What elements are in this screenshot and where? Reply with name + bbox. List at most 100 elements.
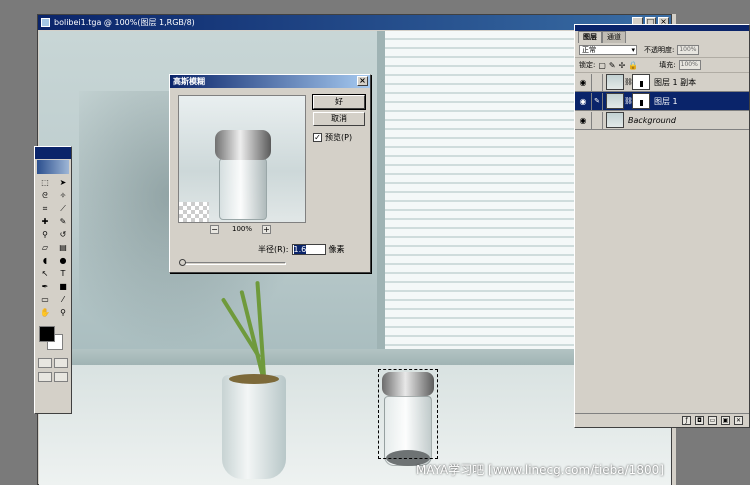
quick-mask-mode-button[interactable] <box>54 358 68 368</box>
palette-tabs: 图层 通道 <box>575 31 749 43</box>
lasso-icon[interactable]: ᘓ <box>37 190 53 201</box>
blend-opacity-row: 正常 不透明度: 100% <box>575 43 749 58</box>
tab-layers[interactable]: 图层 <box>578 31 602 43</box>
zoom-in-button[interactable]: + <box>262 225 271 234</box>
preview-label: 预览(P) <box>325 133 353 142</box>
radius-row: 半径(R): 1.6 像素 <box>258 244 345 255</box>
move-icon[interactable]: ➤ <box>55 177 71 188</box>
new-layer-icon[interactable]: ▣ <box>721 416 730 425</box>
zoom-icon[interactable]: ⚲ <box>55 307 71 318</box>
history-brush-icon[interactable]: ↺ <box>55 229 71 240</box>
lock-all-icon[interactable]: 🔒 <box>628 61 638 70</box>
dodge-icon[interactable]: ● <box>55 255 71 266</box>
lock-fill-row: 锁定: ▢ ✎ ✢ 🔒 填充: 100% <box>575 58 749 73</box>
document-title: bolibei1.tga @ 100%(图层 1,RGB/8) <box>54 18 195 27</box>
fill-label: 填充: <box>659 61 676 69</box>
layer-mask-thumbnail[interactable] <box>632 93 650 109</box>
zoom-out-button[interactable]: − <box>210 225 219 234</box>
brush-icon[interactable]: ✎ <box>55 216 71 227</box>
radius-label: 半径(R): <box>258 245 289 254</box>
layer-row[interactable]: ◉ ⛓ 图层 1 副本 <box>575 73 749 92</box>
visibility-eye-icon[interactable]: ◉ <box>575 78 591 87</box>
path-select-icon[interactable]: ↖ <box>37 268 53 279</box>
layer-mask-thumbnail[interactable] <box>632 74 650 90</box>
layer-name: 图层 1 <box>654 96 678 106</box>
shape-icon[interactable]: ■ <box>55 281 71 292</box>
lock-position-icon[interactable]: ✢ <box>619 61 626 70</box>
clone-stamp-icon[interactable]: ⚲ <box>37 229 53 240</box>
gradient-icon[interactable]: ▤ <box>55 242 71 253</box>
layer-name: 图层 1 副本 <box>654 77 697 87</box>
crop-icon[interactable]: ⌗ <box>37 203 53 214</box>
radius-input[interactable]: 1.6 <box>291 244 326 255</box>
preview-jar-body <box>219 158 267 220</box>
zoom-value: 100% <box>232 225 253 233</box>
preview-option[interactable]: ✓ 预览(P) <box>313 132 352 143</box>
adobe-online-logo[interactable] <box>37 160 69 174</box>
eyedropper-icon[interactable]: ⁄ <box>55 294 71 305</box>
color-swatches <box>35 324 71 356</box>
blur-icon[interactable]: ◖ <box>37 255 53 266</box>
lock-transparency-icon[interactable]: ▢ <box>598 61 606 70</box>
transparency-checker <box>179 202 209 222</box>
radius-unit: 像素 <box>328 245 345 254</box>
photoshop-doc-icon <box>41 18 50 27</box>
slider-thumb[interactable] <box>179 259 186 266</box>
visibility-eye-icon[interactable]: ◉ <box>575 97 591 106</box>
fill-input[interactable]: 100% <box>678 60 701 70</box>
dialog-close-button[interactable]: × <box>357 76 368 86</box>
slice-icon[interactable]: ⟋ <box>55 203 71 214</box>
filter-preview[interactable] <box>178 95 306 223</box>
watermark-text: MAYA学习吧 [www.lineсg.com/tieba/1800] <box>416 463 664 477</box>
lock-image-icon[interactable]: ✎ <box>609 61 616 70</box>
mask-chain-icon[interactable]: ⛓ <box>624 97 633 105</box>
visibility-eye-icon[interactable]: ◉ <box>575 116 591 125</box>
layer-thumbnail <box>606 93 624 109</box>
layers-palette: 图层 通道 正常 不透明度: 100% 锁定: ▢ ✎ ✢ 🔒 填充: 100%… <box>574 24 750 428</box>
opacity-input[interactable]: 100% <box>677 45 700 55</box>
add-mask-icon[interactable]: ◘ <box>695 416 704 425</box>
eraser-icon[interactable]: ▱ <box>37 242 53 253</box>
mask-chain-icon[interactable]: ⛓ <box>624 78 633 86</box>
layer-row[interactable]: ◉ ✎ ⛓ 图层 1 <box>575 92 749 111</box>
type-icon[interactable]: T <box>55 268 71 279</box>
toolbox-title-bar[interactable] <box>35 147 71 159</box>
ok-button[interactable]: 好 <box>312 94 366 110</box>
dialog-title-bar[interactable]: 高斯模糊 × <box>170 75 370 88</box>
layer-thumbnail <box>606 112 624 128</box>
screen-mode-full[interactable] <box>54 372 68 382</box>
radius-slider[interactable] <box>179 259 286 266</box>
preview-checkbox[interactable]: ✓ <box>313 133 322 142</box>
new-set-icon[interactable]: ▭ <box>708 416 717 425</box>
magic-wand-icon[interactable]: ✧ <box>55 190 71 201</box>
delete-layer-icon[interactable]: ✕ <box>734 416 743 425</box>
layer-row[interactable]: ◉ Background <box>575 111 749 130</box>
layer-style-icon[interactable]: ƒ <box>682 416 691 425</box>
tab-channels[interactable]: 通道 <box>602 31 626 43</box>
hand-icon[interactable]: ✋ <box>37 307 53 318</box>
marquee-icon[interactable]: ⬚ <box>37 177 53 188</box>
lock-label: 锁定: <box>579 61 596 69</box>
cancel-button[interactable]: 取消 <box>313 112 365 126</box>
marquee-selection[interactable] <box>378 369 438 459</box>
gaussian-blur-dialog[interactable]: 高斯模糊 × − 100% + 好 取消 ✓ 预览(P) 半径(R): 1.6 … <box>169 74 371 273</box>
notes-icon[interactable]: ▭ <box>37 294 53 305</box>
pen-icon[interactable]: ✒ <box>37 281 53 292</box>
standard-mode-button[interactable] <box>38 358 52 368</box>
layer-name: Background <box>628 115 676 125</box>
layer-link-brush-icon[interactable]: ✎ <box>591 92 603 110</box>
toolbox: ⬚ ➤ ᘓ ✧ ⌗ ⟋ ✚ ✎ ⚲ ↺ ▱ ▤ ◖ ● ↖ T ✒ ■ ▭ ⁄ ✋ ⚲ <box>34 146 72 414</box>
layer-link-brush-icon[interactable] <box>591 111 603 129</box>
screen-mode-standard[interactable] <box>38 372 52 382</box>
preview-jar-lid <box>215 130 271 160</box>
preview-zoom-controls: − 100% + <box>210 225 274 235</box>
layer-list: ◉ ⛓ 图层 1 副本 ◉ ✎ ⛓ 图层 1 ◉ Background <box>575 73 749 130</box>
blend-mode-select[interactable]: 正常 <box>579 45 637 55</box>
pot-soil <box>229 374 279 384</box>
opacity-label: 不透明度: <box>644 46 675 54</box>
layer-link-brush-icon[interactable] <box>591 73 603 91</box>
tool-grid: ⬚ ➤ ᘓ ✧ ⌗ ⟋ ✚ ✎ ⚲ ↺ ▱ ▤ ◖ ● ↖ T ✒ ■ ▭ ⁄ ✋ ⚲ <box>35 175 71 320</box>
foreground-color-swatch[interactable] <box>39 326 55 342</box>
healing-brush-icon[interactable]: ✚ <box>37 216 53 227</box>
palette-footer: ƒ ◘ ▭ ▣ ✕ <box>575 413 749 427</box>
